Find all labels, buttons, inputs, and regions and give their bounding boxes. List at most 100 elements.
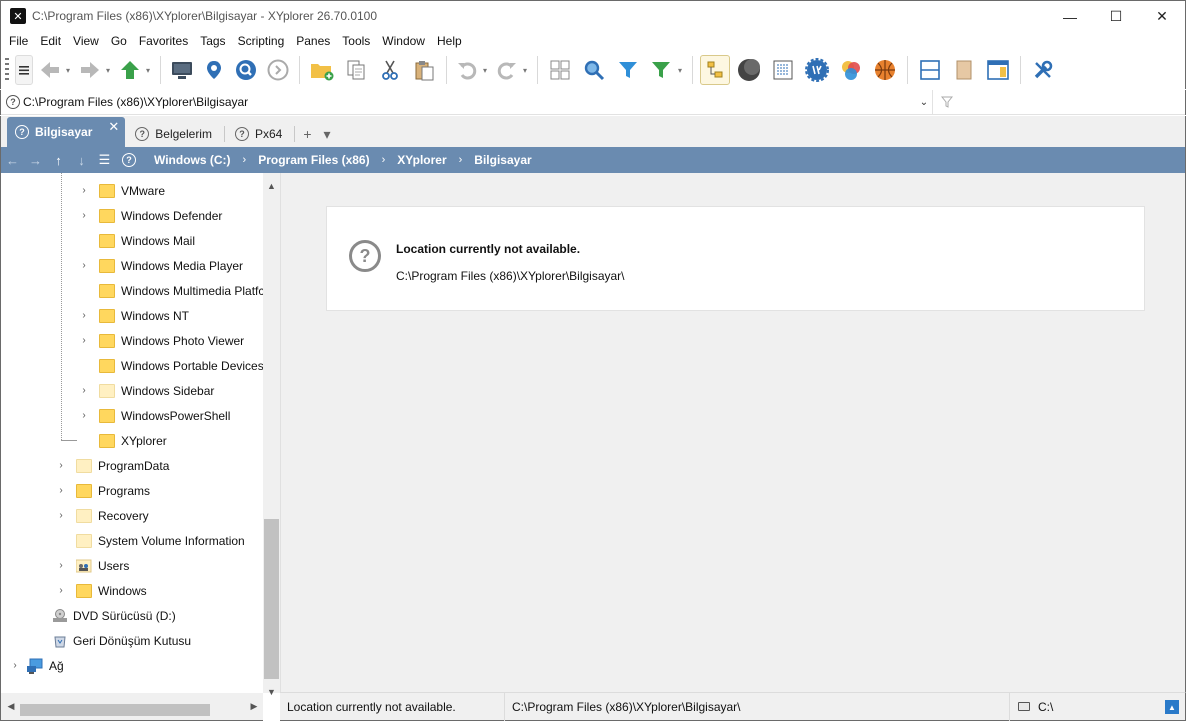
tab-list-button[interactable]: ▾ <box>318 121 337 147</box>
menu-help[interactable]: Help <box>431 31 468 51</box>
tree-item[interactable]: › Windows Media Player <box>78 253 243 278</box>
tree-horizontal-scrollbar[interactable]: ◀ ▶ <box>0 693 263 721</box>
expand-icon[interactable]: › <box>78 410 90 421</box>
up-dropdown-button[interactable]: ▾ <box>144 66 152 75</box>
breadcrumb-bilgisayar[interactable]: Bilgisayar <box>466 153 539 167</box>
expand-icon[interactable]: › <box>78 335 90 346</box>
scroll-right-icon[interactable]: ▶ <box>247 701 261 712</box>
hamburger-icon[interactable]: ☰ <box>93 152 116 168</box>
tab-bilgisayar[interactable]: ? Bilgisayar ✕ <box>7 117 126 147</box>
scroll-down-icon[interactable]: ▼ <box>263 683 280 700</box>
chevron-right-icon[interactable]: › <box>239 154 251 166</box>
layout-button[interactable] <box>983 55 1013 85</box>
tree-item[interactable]: Windows Multimedia Platfc <box>78 278 263 303</box>
list-view-button[interactable] <box>768 55 798 85</box>
breadcrumb-xyplorer[interactable]: XYplorer <box>389 153 454 167</box>
computer-button[interactable] <box>168 55 196 85</box>
new-tab-button[interactable]: + <box>297 121 317 147</box>
back-button[interactable] <box>37 55 63 85</box>
tree-item[interactable]: Geri Dönüşüm Kutusu <box>43 628 191 653</box>
status-drive[interactable]: C:\ <box>1010 692 1053 721</box>
tree-item[interactable]: System Volume Information <box>55 528 245 553</box>
menu-file[interactable]: File <box>3 31 34 51</box>
preview-pane-button[interactable] <box>949 55 979 85</box>
address-input[interactable]: C:\Program Files (x86)\XYplorer\Bilgisay… <box>23 95 916 109</box>
tree-item[interactable]: Windows Portable Devices <box>78 353 263 378</box>
expand-icon[interactable]: › <box>78 310 90 321</box>
maximize-button[interactable]: ☐ <box>1093 1 1139 32</box>
expand-icon[interactable]: › <box>78 185 90 196</box>
copy-button[interactable] <box>341 55 371 85</box>
settings-badge-button[interactable] <box>802 55 832 85</box>
tree-item[interactable]: › VMware <box>78 178 165 203</box>
filter-button[interactable] <box>613 55 643 85</box>
menu-tools[interactable]: Tools <box>336 31 376 51</box>
scrollbar-thumb[interactable] <box>264 519 279 679</box>
tab-belgelerim[interactable]: ? Belgelerim <box>127 121 220 147</box>
tree-item[interactable]: › Windows Photo Viewer <box>78 328 244 353</box>
dual-pane-horizontal-button[interactable] <box>915 55 945 85</box>
search-button[interactable] <box>579 55 609 85</box>
tree-item[interactable]: Windows Mail <box>78 228 195 253</box>
expand-icon[interactable]: › <box>55 460 67 471</box>
tree-item[interactable]: › ProgramData <box>55 453 169 478</box>
expand-icon[interactable]: › <box>55 485 67 496</box>
scrollbar-thumb[interactable] <box>20 704 210 716</box>
dark-mode-button[interactable] <box>734 55 764 85</box>
down-arrow-icon[interactable]: ↓ <box>70 153 93 168</box>
menu-favorites[interactable]: Favorites <box>133 31 194 51</box>
undo-dropdown-button[interactable]: ▾ <box>481 66 489 75</box>
close-icon[interactable]: ✕ <box>108 119 119 135</box>
scroll-up-icon[interactable]: ▲ <box>263 177 280 194</box>
address-field[interactable]: ? C:\Program Files (x86)\XYplorer\Bilgis… <box>1 90 933 115</box>
location-button[interactable] <box>200 55 228 85</box>
tree-item[interactable]: › Recovery <box>55 503 149 528</box>
up-button[interactable] <box>117 55 143 85</box>
tree-item[interactable]: › Windows Defender <box>78 203 222 228</box>
tree-toggle-button[interactable] <box>700 55 730 85</box>
tree-item[interactable]: › Ağ <box>9 653 64 678</box>
menu-tags[interactable]: Tags <box>194 31 231 51</box>
back-arrow-icon[interactable]: ← <box>1 153 24 168</box>
forward-button[interactable] <box>77 55 103 85</box>
menu-go[interactable]: Go <box>105 31 133 51</box>
tree-item[interactable]: › Windows NT <box>78 303 189 328</box>
new-folder-button[interactable] <box>307 55 337 85</box>
redo-button[interactable] <box>494 55 520 85</box>
color-filter-button[interactable] <box>836 55 866 85</box>
expand-icon[interactable]: › <box>78 260 90 271</box>
configuration-button[interactable] <box>1028 55 1058 85</box>
toolbar-grip[interactable] <box>5 58 9 82</box>
expand-icon[interactable]: › <box>9 660 21 671</box>
chevron-down-icon[interactable]: ⌄ <box>916 97 932 108</box>
menu-edit[interactable]: Edit <box>34 31 67 51</box>
tree-item[interactable]: › Users <box>55 553 129 578</box>
menu-scripting[interactable]: Scripting <box>232 31 291 51</box>
live-filter-box[interactable] <box>933 90 1185 115</box>
breadcrumb-program-files[interactable]: Program Files (x86) <box>250 153 377 167</box>
chevron-right-icon[interactable]: › <box>378 154 390 166</box>
expand-icon[interactable]: › <box>55 585 67 596</box>
go-button[interactable] <box>264 55 292 85</box>
menu-view[interactable]: View <box>67 31 105 51</box>
back-dropdown-button[interactable]: ▾ <box>64 66 72 75</box>
menu-window[interactable]: Window <box>376 31 431 51</box>
tree-item[interactable]: › WindowsPowerShell <box>78 403 230 428</box>
tree-item[interactable]: › Windows Sidebar <box>78 378 214 403</box>
hamburger-menu-button[interactable] <box>15 55 33 85</box>
find-files-button[interactable] <box>232 55 260 85</box>
tree-item[interactable]: DVD Sürücüsü (D:) <box>43 603 176 628</box>
filter-dropdown-button[interactable]: ▾ <box>676 66 684 75</box>
tree-item[interactable]: XYplorer <box>78 428 167 453</box>
tree-item[interactable]: › Windows <box>55 578 147 603</box>
chevron-right-icon[interactable]: › <box>455 154 467 166</box>
close-button[interactable]: ✕ <box>1139 1 1185 32</box>
expand-icon[interactable]: › <box>55 510 67 521</box>
cut-button[interactable] <box>375 55 405 85</box>
views-button[interactable] <box>545 55 575 85</box>
expand-icon[interactable]: › <box>55 560 67 571</box>
expand-icon[interactable]: › <box>78 210 90 221</box>
tab-px64[interactable]: ? Px64 <box>227 121 290 147</box>
up-arrow-icon[interactable]: ↑ <box>47 153 70 168</box>
paste-button[interactable] <box>409 55 439 85</box>
